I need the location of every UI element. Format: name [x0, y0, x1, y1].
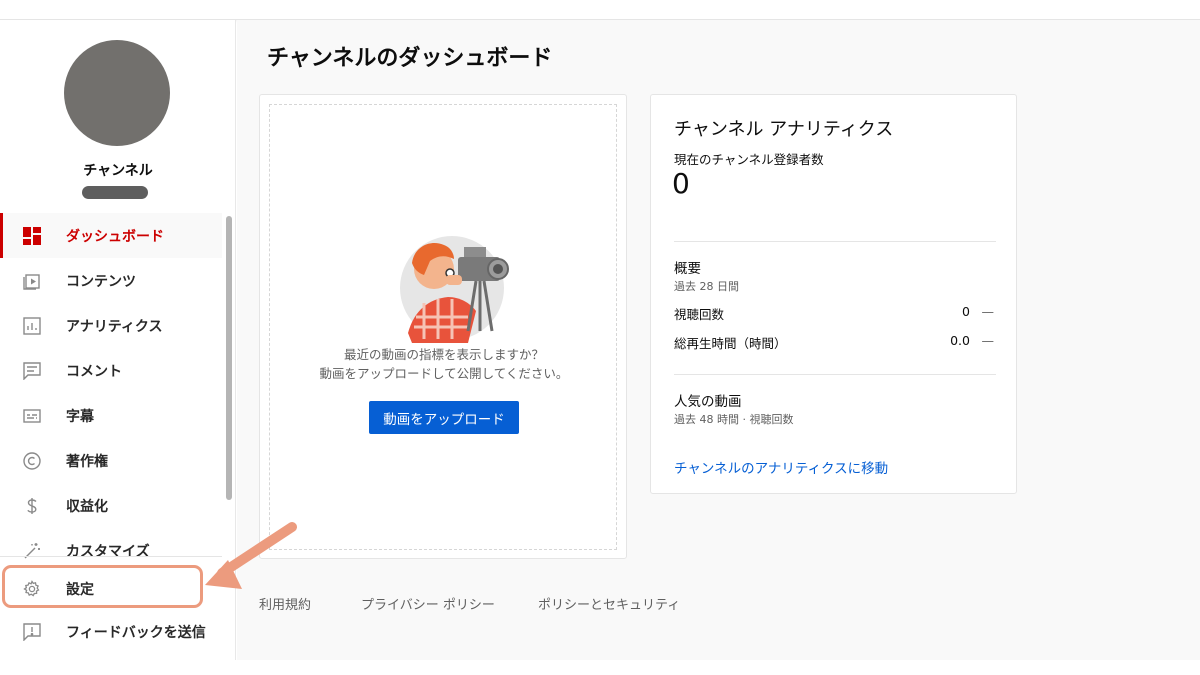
subscribers-count: 0 — [672, 167, 690, 200]
footer-privacy-link[interactable]: プライバシー ポリシー — [361, 594, 495, 613]
views-label: 視聴回数 — [674, 307, 725, 322]
sidebar-divider — [0, 556, 222, 557]
upload-video-button[interactable]: 動画をアップロード — [369, 401, 519, 434]
sidebar-nav: ダッシュボード コンテンツ アナリティクス コメント 字幕 著作権 収益化 カス… — [0, 213, 222, 573]
magic-wand-icon — [22, 541, 42, 561]
watch-time-label: 総再生時間（時間） — [674, 336, 787, 351]
content-icon — [22, 271, 42, 291]
upload-card: 最近の動画の指標を表示しますか？ 動画をアップロードして公開してください。 動画… — [259, 94, 627, 559]
sidebar-item-label: コンテンツ — [66, 273, 136, 290]
copyright-icon — [22, 451, 42, 471]
dashboard-icon — [22, 226, 42, 246]
page-title: チャンネルのダッシュボード — [267, 46, 553, 71]
sidebar-item-subtitles[interactable]: 字幕 — [0, 393, 222, 438]
sidebar-item-label: カスタマイズ — [66, 543, 150, 560]
go-to-analytics-link[interactable]: チャンネルのアナリティクスに移動 — [674, 457, 888, 477]
footer-policy-security-link[interactable]: ポリシーとセキュリティ — [538, 594, 680, 613]
annotation-highlight-box — [2, 565, 203, 608]
sidebar-item-label: 著作権 — [66, 453, 108, 470]
footer-terms-link[interactable]: 利用規約 — [259, 594, 311, 613]
popular-videos-period: 過去 48 時間 · 視聴回数 — [674, 413, 794, 426]
sidebar-item-copyright[interactable]: 著作権 — [0, 438, 222, 483]
sidebar-item-content[interactable]: コンテンツ — [0, 258, 222, 303]
subscribers-label: 現在のチャンネル登録者数 — [674, 152, 824, 167]
upload-dropzone: 最近の動画の指標を表示しますか？ 動画をアップロードして公開してください。 動画… — [269, 104, 617, 550]
sidebar-item-analytics[interactable]: アナリティクス — [0, 303, 222, 348]
popular-videos-title: 人気の動画 — [674, 394, 742, 410]
sidebar-item-feedback[interactable]: フィードバックを送信 — [0, 609, 222, 654]
sidebar-item-label: 収益化 — [66, 498, 108, 515]
channel-analytics-card: チャンネル アナリティクス 現在のチャンネル登録者数 0 概要 過去 28 日間… — [650, 94, 1017, 494]
upload-prompt-line2: 動画をアップロードして公開してください。 — [319, 366, 569, 381]
views-value: 0 — [962, 304, 970, 319]
views-trend: — — [981, 304, 995, 319]
sidebar-scrollbar[interactable] — [226, 216, 232, 500]
sidebar-item-label: 字幕 — [66, 408, 94, 425]
sidebar-item-label: アナリティクス — [66, 318, 163, 335]
camera-operator-illustration — [400, 236, 509, 343]
summary-title: 概要 — [674, 261, 701, 277]
upload-prompt-line1: 最近の動画の指標を表示しますか？ — [343, 347, 544, 362]
sidebar-item-label: コメント — [66, 363, 122, 380]
analytics-title: チャンネル アナリティクス — [674, 119, 894, 140]
sidebar-item-comments[interactable]: コメント — [0, 348, 222, 393]
main-content: チャンネルのダッシュボード 最近の動画の指標を表示しますか？ 動画をアップロード… — [237, 20, 1200, 660]
channel-name: チャンネル — [83, 163, 153, 179]
channel-handle-redacted — [82, 186, 148, 199]
upload-prompt: 最近の動画の指標を表示しますか？ 動画をアップロードして公開してください。 — [270, 345, 618, 383]
feedback-icon — [22, 622, 42, 642]
top-bar — [0, 0, 1200, 20]
watch-time-trend: — — [981, 333, 995, 348]
dollar-icon — [22, 496, 42, 516]
sidebar-feedback: フィードバックを送信 — [0, 609, 222, 654]
summary-period: 過去 28 日間 — [674, 280, 739, 293]
sidebar-item-label: ダッシュボード — [66, 228, 164, 245]
watch-time-value: 0.0 — [950, 333, 970, 348]
sidebar-item-label: フィードバックを送信 — [66, 624, 206, 641]
channel-avatar[interactable] — [64, 40, 170, 146]
sidebar: チャンネル ダッシュボード コンテンツ アナリティクス コメント 字幕 著作権 … — [0, 20, 236, 660]
sidebar-item-dashboard[interactable]: ダッシュボード — [0, 213, 222, 258]
sidebar-item-monetization[interactable]: 収益化 — [0, 483, 222, 528]
analytics-divider — [674, 241, 996, 242]
analytics-divider — [674, 374, 996, 375]
comment-icon — [22, 361, 42, 381]
analytics-icon — [22, 316, 42, 336]
subtitles-icon — [22, 406, 42, 426]
